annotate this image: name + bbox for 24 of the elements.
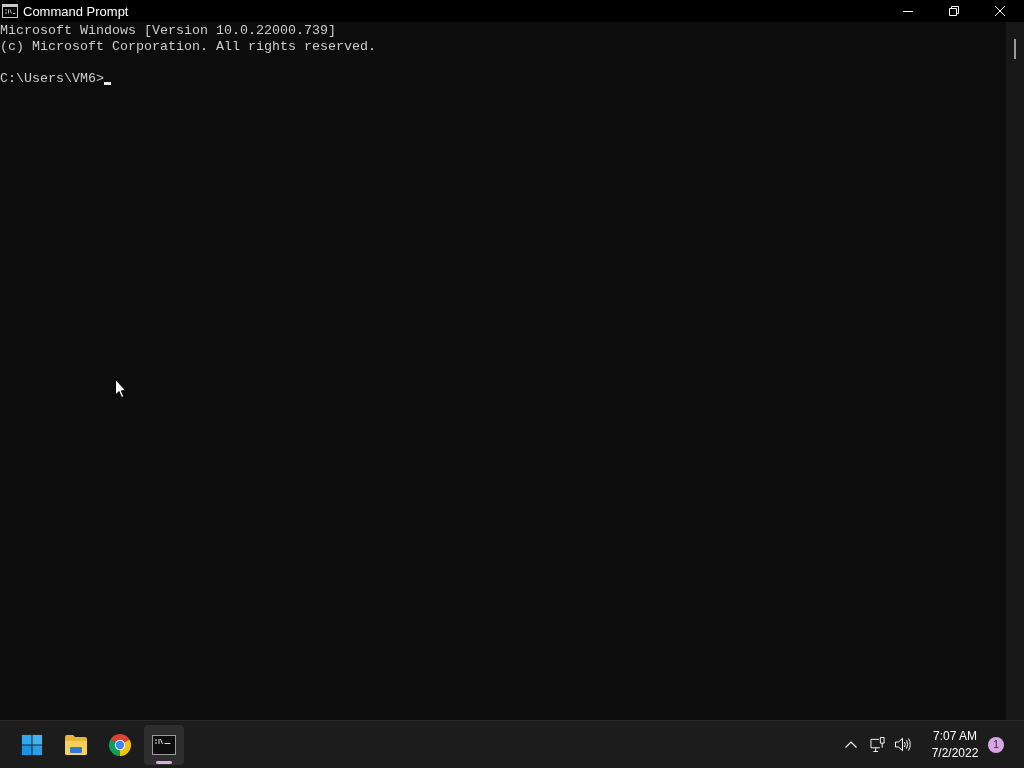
console-line: Microsoft Windows [Version 10.0.22000.739] [0, 23, 337, 39]
mouse-pointer-icon [115, 379, 127, 398]
notification-badge[interactable]: 1 [988, 736, 1004, 753]
scrollbar-thumb[interactable] [1014, 39, 1016, 59]
clock-button[interactable]: 7:07 AM 7/2/2022 [923, 727, 987, 762]
close-icon [995, 6, 1005, 16]
minimize-icon [903, 10, 913, 12]
network-icon [870, 737, 886, 752]
scrollbar[interactable] [1006, 22, 1024, 720]
console-line: (c) Microsoft Corporation. All rights reserved. [0, 39, 377, 55]
taskbar-button[interactable] [144, 724, 184, 765]
chevron-up-icon [845, 741, 857, 748]
tricolor-ring-icon [108, 733, 132, 756]
prompt-text: C:\Users\VM6> [0, 71, 104, 87]
restore-icon [949, 6, 959, 16]
running-indicator-icon [156, 760, 172, 764]
four-squares-icon [20, 733, 44, 756]
clock-date: 7/2/2022 [931, 744, 979, 762]
clock-time: 7:07 AM [933, 727, 977, 745]
folder-icon [64, 733, 88, 756]
speaker-icon [895, 737, 911, 752]
window-title: Command Prompt [23, 3, 129, 19]
text-cursor-icon [104, 82, 111, 85]
terminal-icon [152, 733, 176, 756]
